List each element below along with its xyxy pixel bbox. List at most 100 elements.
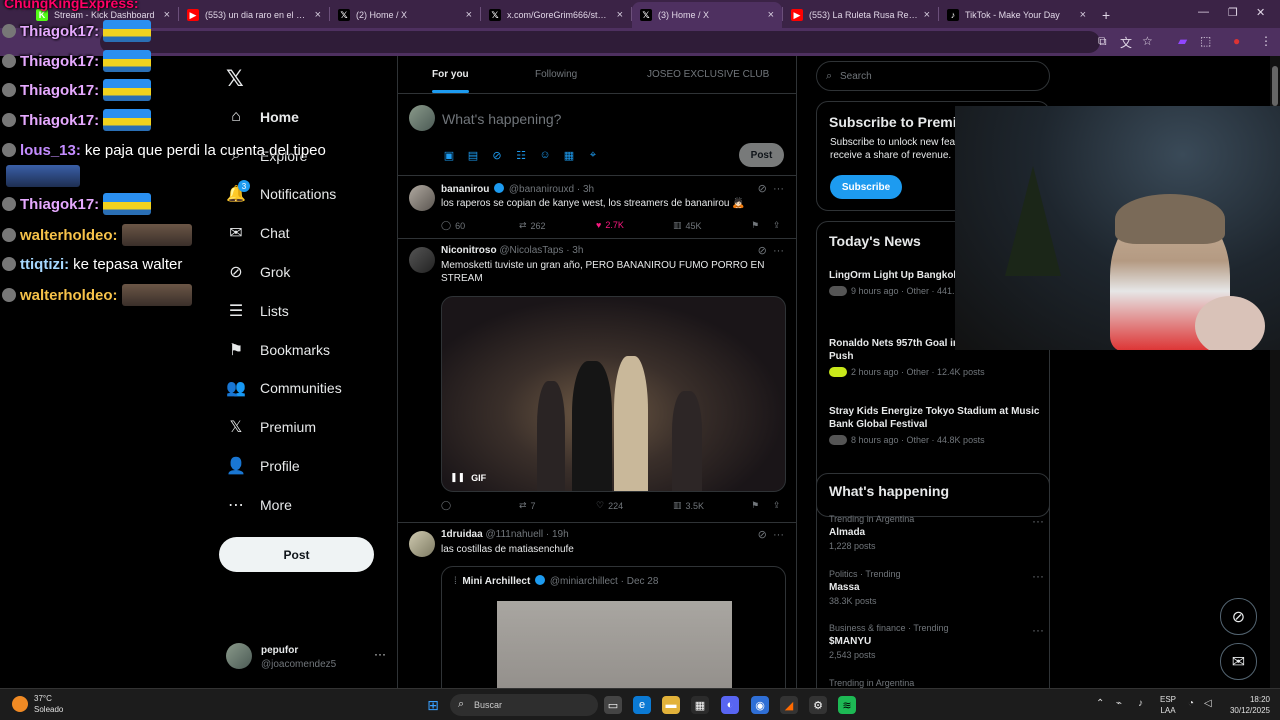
- nav-item-premium[interactable]: 𝕏 Premium: [226, 413, 316, 441]
- browser-tab[interactable]: ♪ TikTok - Make Your Day ×: [939, 2, 1094, 28]
- share-button[interactable]: ⇪: [773, 220, 781, 231]
- start-icon[interactable]: ⊞: [424, 696, 442, 714]
- share-button[interactable]: ⇪: [773, 500, 781, 511]
- schedule-icon[interactable]: ▦: [562, 148, 576, 162]
- tweet-time[interactable]: 3h: [583, 184, 594, 195]
- clock[interactable]: 18:20 30/12/2025: [1230, 694, 1270, 716]
- close-tab-icon[interactable]: ×: [466, 9, 472, 21]
- tray-network-icon[interactable]: ⌁: [1116, 698, 1122, 709]
- account-switcher[interactable]: pepufor @joacomendez5 ···: [226, 641, 386, 675]
- star-icon[interactable]: ☆: [1142, 34, 1153, 48]
- microphone-icon[interactable]: ♪: [1138, 698, 1143, 709]
- more-dots-icon[interactable]: ···: [773, 529, 784, 541]
- steam-icon[interactable]: ⚙: [809, 696, 827, 714]
- tweet-author-name[interactable]: bananirou: [441, 184, 489, 195]
- nav-item-communities[interactable]: 👥 Communities: [226, 374, 342, 402]
- grok-icon[interactable]: ⊘: [490, 148, 504, 162]
- chrome-icon[interactable]: ◉: [751, 696, 769, 714]
- nav-item-more[interactable]: ⋯ More: [226, 491, 292, 519]
- bookmark-button[interactable]: ⚑: [752, 500, 759, 511]
- close-tab-icon[interactable]: ×: [617, 9, 623, 21]
- close-window-button[interactable]: ✕: [1256, 6, 1265, 19]
- search-input[interactable]: ⌕ Search: [816, 61, 1050, 91]
- tray-chevron-icon[interactable]: ⌃: [1096, 698, 1104, 709]
- bookmark-button[interactable]: ⚑: [752, 220, 759, 231]
- tweet-author-handle[interactable]: @NicolasTaps: [499, 245, 563, 256]
- nav-item-profile[interactable]: 👤 Profile: [226, 452, 300, 480]
- trend-item[interactable]: Business & finance · Trending $MANYU 2,5…: [829, 623, 1044, 660]
- composer-input[interactable]: What's happening?: [442, 111, 561, 127]
- tweet-gif[interactable]: ❚❚ GIF: [441, 296, 786, 492]
- tweet-author-handle[interactable]: @bananirouxd: [509, 184, 574, 195]
- grok-icon[interactable]: ⊘: [758, 529, 767, 541]
- tweet-time[interactable]: 19h: [552, 529, 569, 540]
- poll-icon[interactable]: ☷: [514, 148, 528, 162]
- tweet[interactable]: Niconitroso @NicolasTaps · 3h ⊘ ··· Memo…: [398, 239, 796, 523]
- tab-following[interactable]: Following: [535, 69, 577, 80]
- gif-icon[interactable]: ▤: [466, 148, 480, 162]
- post-button[interactable]: Post: [219, 537, 374, 572]
- edge-icon[interactable]: e: [633, 696, 651, 714]
- reply-button[interactable]: ◯: [441, 500, 455, 511]
- extensions-icon[interactable]: ⬚: [1200, 34, 1211, 48]
- tab-for-you[interactable]: For you: [432, 69, 469, 93]
- quoted-tweet[interactable]: ⁞ Mini Archillect @miniarchillect · Dec …: [441, 566, 786, 688]
- restore-button[interactable]: ❐: [1228, 6, 1238, 19]
- emoji-icon[interactable]: ☺: [538, 148, 552, 162]
- task-view-icon[interactable]: ▭: [604, 696, 622, 714]
- repost-button[interactable]: ⇄ 262: [519, 220, 546, 231]
- composer-post-button[interactable]: Post: [739, 143, 784, 167]
- language-indicator[interactable]: ESP LAA: [1160, 694, 1176, 716]
- minimize-button[interactable]: —: [1198, 6, 1209, 18]
- taskbar-search[interactable]: ⌕ Buscar: [450, 694, 598, 716]
- wifi-icon[interactable]: ◔: [1188, 698, 1194, 709]
- news-item[interactable]: Stray Kids Energize Tokyo Stadium at Mus…: [829, 405, 1044, 445]
- location-icon[interactable]: ⌖: [586, 148, 600, 162]
- like-button[interactable]: ♡ 224: [596, 500, 623, 511]
- twitch-extension-icon[interactable]: ▰: [1178, 34, 1187, 48]
- spotify-icon[interactable]: ≋: [838, 696, 856, 714]
- grok-icon[interactable]: ⊘: [758, 245, 767, 257]
- messages-float-button[interactable]: ✉: [1220, 643, 1257, 680]
- gif-badge[interactable]: ❚❚ GIF: [450, 472, 486, 483]
- app-icon[interactable]: ◢: [780, 696, 798, 714]
- tweet-time[interactable]: 3h: [572, 245, 583, 256]
- grok-float-button[interactable]: ⊘: [1220, 598, 1257, 635]
- trend-item[interactable]: Trending in Argentina: [829, 678, 1044, 688]
- subscribe-button[interactable]: Subscribe: [830, 175, 902, 199]
- scrollbar-thumb[interactable]: [1272, 66, 1278, 106]
- discord-icon[interactable]: ◐: [721, 696, 739, 714]
- close-tab-icon[interactable]: ×: [1080, 9, 1086, 21]
- menu-kebab-icon[interactable]: ⋮: [1260, 34, 1272, 48]
- tweet-author-name[interactable]: Niconitroso: [441, 245, 497, 256]
- image-icon[interactable]: ▣: [442, 148, 456, 162]
- file-explorer-icon[interactable]: ▬: [662, 696, 680, 714]
- browser-tab[interactable]: 𝕏x.com/GoreGrim666/status/20 ×: [481, 2, 631, 28]
- trend-item[interactable]: Politics · Trending Massa 38.3K posts ··…: [829, 569, 1044, 606]
- tweet[interactable]: 1druidaa @111nahuell · 19h ⊘ ··· las cos…: [398, 523, 796, 688]
- repost-button[interactable]: ⇄ 7: [519, 500, 536, 511]
- weather-widget[interactable]: 37°C Soleado: [12, 693, 63, 715]
- more-dots-icon[interactable]: ···: [773, 183, 784, 195]
- views-button[interactable]: ▥ 3.5K: [673, 500, 704, 511]
- store-icon[interactable]: ▦: [691, 696, 709, 714]
- profile-avatar-icon[interactable]: ●: [1233, 34, 1240, 48]
- more-dots-icon[interactable]: ···: [1032, 569, 1044, 583]
- grok-icon[interactable]: ⊘: [758, 183, 767, 195]
- quoted-author-handle[interactable]: @miniarchillect: [550, 576, 618, 587]
- tab-joseo-exclusive-club[interactable]: JOSEO EXCLUSIVE CLUB: [647, 69, 769, 80]
- quoted-author-name[interactable]: Mini Archillect: [462, 576, 530, 587]
- more-dots-icon[interactable]: ···: [1032, 623, 1044, 637]
- views-button[interactable]: ▥ 45K: [673, 220, 702, 231]
- tweet[interactable]: bananirou @bananirouxd · 3h ⊘ ··· los ra…: [398, 177, 796, 239]
- close-tab-icon[interactable]: ×: [768, 9, 774, 21]
- volume-icon[interactable]: ◁: [1204, 698, 1212, 709]
- reply-button[interactable]: ◯ 60: [441, 220, 465, 231]
- more-dots-icon[interactable]: ···: [1032, 514, 1044, 528]
- quoted-image[interactable]: [497, 601, 732, 688]
- trend-item[interactable]: Trending in Argentina Almada 1,228 posts…: [829, 514, 1044, 551]
- like-button[interactable]: ♥ 2.7K: [596, 220, 624, 230]
- nav-item-bookmarks[interactable]: ⚑ Bookmarks: [226, 336, 330, 364]
- tweet-author-name[interactable]: 1druidaa: [441, 529, 483, 540]
- install-app-icon[interactable]: ⧉: [1098, 34, 1107, 49]
